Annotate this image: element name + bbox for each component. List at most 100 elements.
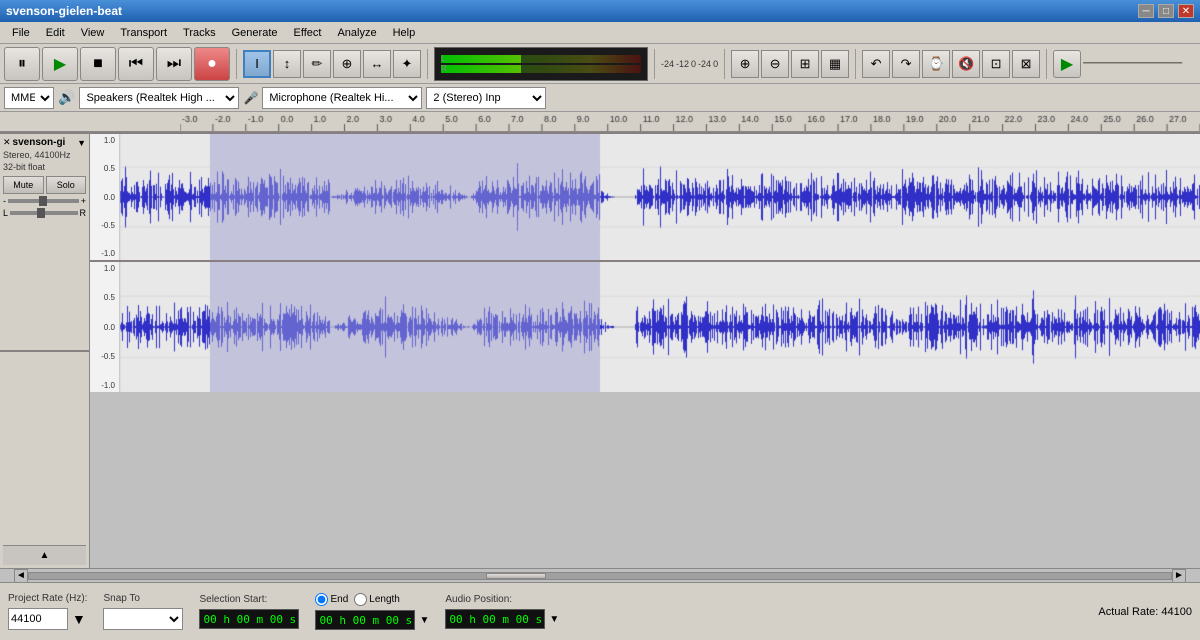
scrollbar-thumb[interactable]	[486, 573, 546, 579]
pan-left-label: L	[3, 208, 8, 218]
y-label-0.5: 0.5	[92, 164, 117, 173]
meter-l: L	[441, 55, 641, 63]
zoom-out[interactable]: ⊖	[761, 50, 789, 78]
end-radio[interactable]	[315, 593, 328, 606]
input-volume-icon[interactable]: 🎤	[243, 91, 258, 105]
mute-button[interactable]: Mute	[3, 176, 44, 194]
audio-position-input[interactable]	[445, 609, 545, 629]
sep2	[427, 49, 428, 79]
menu-transport[interactable]: Transport	[112, 22, 175, 43]
waveform-bottom[interactable]: 1.0 0.5 0.0 -0.5 -1.0	[90, 262, 1200, 392]
skip-back-button[interactable]: ⏮	[118, 47, 154, 81]
snap-select[interactable]	[103, 608, 183, 630]
fit-proj[interactable]: ⊞	[791, 50, 819, 78]
play-btn2[interactable]: ▶	[1053, 50, 1081, 78]
end-radio-label[interactable]: End	[315, 593, 348, 606]
zoom-fit[interactable]: ⊠	[1012, 50, 1040, 78]
output-volume-icon[interactable]: 🔊	[58, 89, 75, 106]
scrollbar-horizontal[interactable]: ◄ ►	[0, 568, 1200, 582]
scroll-right-btn[interactable]: ►	[1172, 569, 1186, 583]
title-text: svenson-gielen-beat	[6, 4, 122, 18]
menu-help[interactable]: Help	[385, 22, 424, 43]
actual-rate-text: Actual Rate: 44100	[1098, 606, 1192, 618]
redo[interactable]: ↷	[892, 50, 920, 78]
project-rate-section: Project Rate (Hz): ▼	[8, 593, 87, 630]
selection-start-input[interactable]	[199, 609, 299, 629]
project-rate-input[interactable]	[8, 608, 68, 630]
maximize-button[interactable]: □	[1158, 4, 1174, 18]
track-format: Stereo, 44100Hz	[3, 150, 86, 160]
menu-view[interactable]: View	[73, 22, 113, 43]
sep3	[654, 49, 655, 79]
zoom-norm[interactable]: ⊡	[982, 50, 1010, 78]
trim[interactable]: ⌚	[922, 50, 950, 78]
waveform-canvas-bottom	[90, 262, 1200, 392]
y-label-n1.0: -1.0	[92, 249, 117, 258]
actual-rate-section: Actual Rate: 44100	[1098, 606, 1192, 618]
track-dropdown-icon[interactable]: ▼	[77, 138, 86, 148]
pan-slider[interactable]	[10, 211, 77, 215]
selection-start-label: Selection Start:	[199, 594, 299, 605]
audio-system-select[interactable]: MME	[4, 87, 54, 109]
stop-button[interactable]: ■	[80, 47, 116, 81]
scrollbar-track[interactable]	[28, 572, 1172, 580]
scroll-left-btn[interactable]: ◄	[14, 569, 28, 583]
skip-fwd-button[interactable]: ⏭	[156, 47, 192, 81]
track-header-bottom: ▲	[0, 352, 89, 568]
undo[interactable]: ↶	[862, 50, 890, 78]
draw-tool[interactable]: ✏	[303, 50, 331, 78]
output-device-select[interactable]: Speakers (Realtek High ...	[79, 87, 239, 109]
menu-edit[interactable]: Edit	[38, 22, 73, 43]
track-close-icon[interactable]: ✕	[3, 137, 11, 148]
track-buttons: Mute Solo	[3, 176, 86, 194]
gain-slider[interactable]	[8, 199, 79, 203]
minimize-button[interactable]: ─	[1138, 4, 1154, 18]
y-label-bn0.5: -0.5	[92, 352, 117, 361]
menu-analyze[interactable]: Analyze	[329, 22, 384, 43]
close-button[interactable]: ✕	[1178, 4, 1194, 18]
silence[interactable]: 🔇	[952, 50, 980, 78]
pause-button[interactable]: ⏸	[4, 47, 40, 81]
multi-tool[interactable]: ✦	[393, 50, 421, 78]
menu-file[interactable]: File	[4, 22, 38, 43]
length-radio[interactable]	[354, 593, 367, 606]
menu-bar: File Edit View Transport Tracks Generate…	[0, 22, 1200, 44]
waveform-top[interactable]: 1.0 0.5 0.0 -0.5 -1.0	[90, 132, 1200, 262]
timeline-ruler	[0, 112, 1200, 132]
envelope-tool[interactable]: ↕	[273, 50, 301, 78]
y-axis-top: 1.0 0.5 0.0 -0.5 -1.0	[90, 134, 120, 260]
timeshift-tool[interactable]: ↔	[363, 50, 391, 78]
end-dropdown[interactable]: ▼	[419, 615, 429, 626]
menu-tracks[interactable]: Tracks	[175, 22, 224, 43]
sep6	[1046, 49, 1047, 79]
pan-right-label: R	[80, 208, 87, 218]
y-label-0.0: 0.0	[92, 193, 117, 202]
audio-pos-dropdown[interactable]: ▼	[549, 614, 559, 625]
waveform-canvas-top	[90, 134, 1200, 260]
record-button[interactable]: ●	[194, 47, 230, 81]
menu-generate[interactable]: Generate	[224, 22, 286, 43]
input-channels-select[interactable]: 2 (Stereo) Inp	[426, 87, 546, 109]
ruler-marks-container	[180, 112, 1200, 131]
y-label-b0.5: 0.5	[92, 293, 117, 302]
zoom-sel[interactable]: ▦	[821, 50, 849, 78]
title-controls: ─ □ ✕	[1138, 4, 1194, 18]
pan-row: L R	[3, 208, 86, 218]
project-rate-dropdown[interactable]: ▼	[72, 611, 86, 627]
length-radio-label[interactable]: Length	[354, 593, 400, 606]
select-tool[interactable]: I	[243, 50, 271, 78]
end-length-input[interactable]	[315, 610, 415, 630]
play-button[interactable]: ▶	[42, 47, 78, 81]
input-device-select[interactable]: Microphone (Realtek Hi...	[262, 87, 422, 109]
playback-speed: ──────────────	[1083, 58, 1182, 69]
zoom-in[interactable]: ⊕	[731, 50, 759, 78]
menu-effect[interactable]: Effect	[286, 22, 330, 43]
zoom-tool[interactable]: ⊕	[333, 50, 361, 78]
solo-button[interactable]: Solo	[46, 176, 87, 194]
y-label-n0.5: -0.5	[92, 221, 117, 230]
db-markers: -24 -12 0 -24 0	[661, 59, 718, 69]
transport-toolbar: ⏸ ▶ ■ ⏮ ⏭ ● I ↕ ✏ ⊕ ↔ ✦ L R -24	[0, 44, 1200, 84]
end-length-section: End Length ▼	[315, 593, 429, 630]
collapse-button[interactable]: ▲	[3, 545, 86, 565]
level-meter: L R	[434, 47, 648, 81]
